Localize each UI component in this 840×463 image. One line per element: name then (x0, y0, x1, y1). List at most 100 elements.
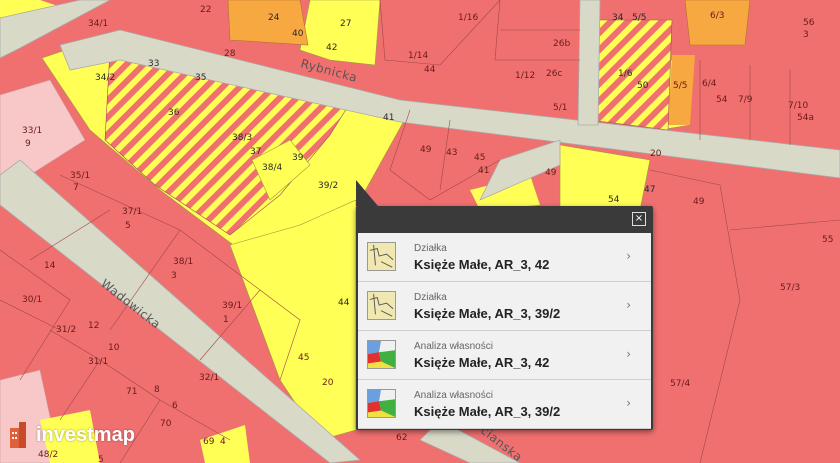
svg-text:44: 44 (338, 298, 350, 308)
svg-text:30/1: 30/1 (22, 295, 42, 305)
svg-text:5/5: 5/5 (632, 13, 646, 23)
svg-text:12: 12 (88, 321, 99, 331)
ownership-map-icon (367, 389, 396, 418)
svg-text:7/10: 7/10 (788, 101, 808, 111)
popup-item-name: Księże Małe, AR_3, 42 (414, 355, 550, 370)
close-icon[interactable]: × (632, 212, 646, 226)
logo-text: investmap (36, 424, 135, 446)
svg-text:36: 36 (168, 108, 180, 118)
chevron-right-icon: › (626, 396, 631, 410)
svg-text:38/3: 38/3 (232, 133, 252, 143)
svg-text:34/1: 34/1 (88, 19, 108, 29)
svg-text:49: 49 (545, 168, 557, 178)
svg-text:10: 10 (108, 343, 120, 353)
popup-pointer (356, 180, 378, 206)
svg-text:38/1: 38/1 (173, 257, 193, 267)
svg-text:5: 5 (125, 221, 131, 231)
parcel-icon (367, 242, 396, 271)
svg-text:1/6: 1/6 (618, 69, 633, 79)
svg-text:5/5: 5/5 (673, 81, 687, 91)
popup-item-parcel-39-2[interactable]: Działka Księże Małe, AR_3, 39/2 › (358, 282, 651, 331)
svg-text:33/1: 33/1 (22, 126, 42, 136)
popup-item-parcel-42[interactable]: Działka Księże Małe, AR_3, 42 › (358, 233, 651, 282)
svg-text:37/1: 37/1 (122, 207, 142, 217)
svg-text:41: 41 (383, 113, 394, 123)
svg-text:39/2: 39/2 (318, 181, 338, 191)
svg-text:6/3: 6/3 (710, 11, 724, 21)
svg-text:42: 42 (326, 43, 337, 53)
svg-text:1/16: 1/16 (458, 13, 478, 23)
svg-text:49: 49 (420, 145, 432, 155)
svg-text:44: 44 (424, 65, 436, 75)
chevron-right-icon: › (626, 249, 631, 263)
chevron-right-icon: › (626, 298, 631, 312)
svg-text:57/3: 57/3 (780, 283, 800, 293)
ownership-map-icon (367, 340, 396, 369)
svg-text:55: 55 (822, 235, 833, 245)
svg-text:6/4: 6/4 (702, 79, 717, 89)
popup-result-list: Działka Księże Małe, AR_3, 42 › Działka … (358, 233, 651, 429)
svg-text:56: 56 (803, 18, 815, 28)
svg-text:31/2: 31/2 (56, 325, 76, 335)
svg-text:4: 4 (220, 437, 226, 447)
svg-text:7: 7 (73, 183, 79, 193)
svg-text:38/4: 38/4 (262, 163, 282, 173)
svg-text:6: 6 (172, 401, 178, 411)
svg-text:1: 1 (223, 315, 229, 325)
svg-text:26b: 26b (553, 39, 570, 49)
svg-text:28: 28 (224, 49, 236, 59)
svg-text:3: 3 (171, 271, 177, 281)
svg-text:5: 5 (98, 455, 104, 463)
svg-text:39/1: 39/1 (222, 301, 242, 311)
popup-item-type: Analiza własności (414, 390, 493, 401)
popup-item-ownership-39-2[interactable]: Analiza własności Księże Małe, AR_3, 39/… (358, 380, 651, 429)
svg-text:54: 54 (716, 95, 728, 105)
popup-item-type: Działka (414, 292, 447, 303)
svg-text:54a: 54a (797, 113, 814, 123)
svg-text:41: 41 (478, 166, 489, 176)
investmap-logo[interactable]: investmap (10, 420, 160, 452)
svg-text:7/9: 7/9 (738, 95, 753, 105)
svg-text:47: 47 (644, 185, 655, 195)
svg-text:69: 69 (203, 437, 215, 447)
svg-text:1/12: 1/12 (515, 71, 535, 81)
svg-text:9: 9 (25, 139, 31, 149)
svg-text:35/1: 35/1 (70, 171, 90, 181)
svg-text:22: 22 (200, 5, 211, 15)
building-logo-icon (10, 422, 26, 448)
svg-text:43: 43 (446, 148, 457, 158)
svg-text:1/14: 1/14 (408, 51, 428, 61)
parcel-icon (367, 291, 396, 320)
svg-text:39: 39 (292, 153, 304, 163)
popup-item-name: Księże Małe, AR_3, 39/2 (414, 306, 561, 321)
svg-text:33: 33 (148, 59, 159, 69)
svg-text:20: 20 (322, 378, 334, 388)
svg-text:37: 37 (250, 147, 261, 157)
svg-text:45: 45 (298, 353, 309, 363)
popup-item-ownership-42[interactable]: Analiza własności Księże Małe, AR_3, 42 … (358, 331, 651, 380)
svg-text:34/2: 34/2 (95, 73, 115, 83)
svg-text:71: 71 (126, 387, 137, 397)
svg-text:14: 14 (44, 261, 56, 271)
popup-item-type: Działka (414, 243, 447, 254)
svg-text:62: 62 (396, 433, 407, 443)
svg-text:70: 70 (160, 419, 172, 429)
parcel-info-popup: × Działka Księże Małe, AR_3, 42 › Działk… (356, 180, 653, 430)
svg-text:26c: 26c (546, 69, 562, 79)
svg-text:49: 49 (693, 197, 705, 207)
svg-text:31/1: 31/1 (88, 357, 108, 367)
svg-text:32/1: 32/1 (199, 373, 219, 383)
svg-text:5/1: 5/1 (553, 103, 567, 113)
chevron-right-icon: › (626, 347, 631, 361)
svg-text:35: 35 (195, 73, 206, 83)
svg-text:57/4: 57/4 (670, 379, 690, 389)
svg-text:40: 40 (292, 29, 304, 39)
svg-text:3: 3 (803, 30, 809, 40)
svg-text:54: 54 (608, 195, 620, 205)
svg-text:34: 34 (612, 13, 624, 23)
popup-item-name: Księże Małe, AR_3, 39/2 (414, 404, 561, 419)
svg-text:27: 27 (340, 19, 351, 29)
svg-text:45: 45 (474, 153, 485, 163)
svg-text:50: 50 (637, 81, 649, 91)
svg-text:24: 24 (268, 13, 280, 23)
